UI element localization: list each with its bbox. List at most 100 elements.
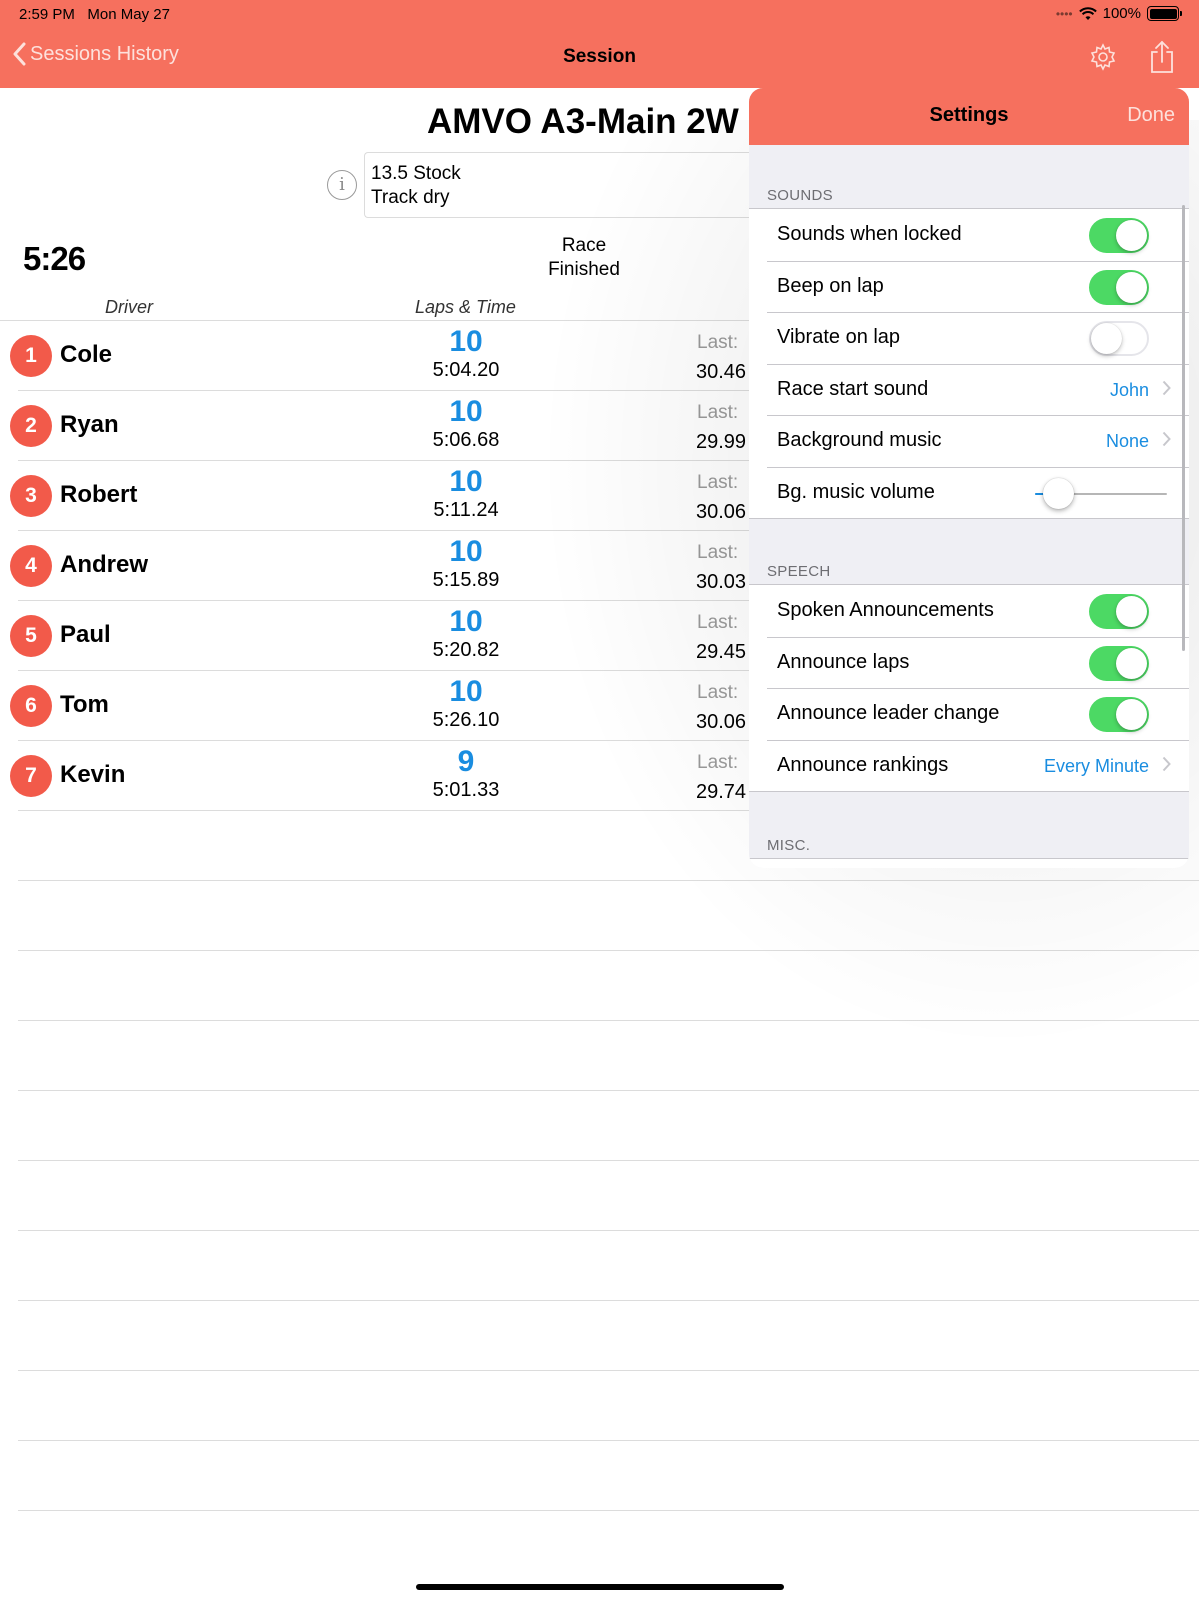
table-divider [18, 1090, 1199, 1091]
settings-header: Settings Done [749, 88, 1189, 145]
session-notes[interactable]: 13.5 Stock Track dry [364, 152, 764, 218]
setting-label: Announce laps [777, 650, 910, 673]
setting-beep-on-lap: Beep on lap [749, 260, 1189, 313]
driver-name: Kevin [60, 761, 126, 788]
status-indicators: •••• 100% [1056, 5, 1182, 22]
navigation-bar: 2:59 PM Mon May 27 •••• 100% Sessions Hi… [0, 0, 1199, 88]
setting-bg-music-volume: Bg. music volume [749, 466, 1189, 519]
table-row[interactable]: 3 Robert 10 5:11.24 Last: 30.06 [0, 461, 760, 531]
scrollbar[interactable] [1182, 205, 1185, 651]
table-row[interactable]: 4 Andrew 10 5:15.89 Last: 30.03 [0, 531, 760, 601]
table-divider [18, 1160, 1199, 1161]
total-time: 5:04.20 [432, 359, 500, 381]
setting-vibrate-on-lap: Vibrate on lap [749, 312, 1189, 364]
announce-rankings-value[interactable]: Every Minute [1044, 756, 1149, 777]
lap-count: 10 [449, 395, 483, 428]
status-time: 2:59 PM Mon May 27 [19, 6, 170, 23]
race-status-line-1: Race [561, 235, 607, 256]
race-status-line-2: Finished [548, 259, 620, 280]
setting-label: Race start sound [777, 377, 929, 400]
driver-name: Andrew [60, 551, 149, 578]
last-lap-time: 29.99 [696, 431, 747, 453]
last-lap-time: 30.46 [696, 361, 747, 383]
last-lap-time: 29.74 [696, 781, 747, 803]
vibrate-on-lap-toggle[interactable] [1089, 321, 1149, 356]
last-lap-label: Last: [697, 752, 739, 773]
setting-label: Announce rankings [777, 753, 949, 776]
column-header-laps: Laps & Time [415, 297, 516, 317]
lap-count: 10 [449, 325, 483, 358]
announce-laps-toggle[interactable] [1089, 645, 1149, 681]
chevron-right-icon [1162, 380, 1171, 395]
nav-title: Session [563, 46, 636, 67]
table-row[interactable]: 7 Kevin 9 5:01.33 Last: 29.74 [0, 741, 760, 811]
chevron-right-icon [1162, 431, 1171, 447]
last-lap-label: Last: [697, 402, 739, 423]
race-status: Race Finished [528, 234, 640, 282]
total-time: 5:20.82 [432, 639, 500, 661]
race-start-sound-value[interactable]: John [1110, 380, 1149, 401]
total-time: 5:11.24 [433, 499, 499, 521]
notes-line-1: 13.5 Stock [371, 163, 461, 184]
setting-label: Background music [777, 429, 942, 451]
info-icon[interactable]: i [327, 170, 357, 200]
table-row[interactable]: 5 Paul 10 5:20.82 Last: 29.45 [0, 601, 760, 671]
setting-announce-leader-change: Announce leader change [749, 688, 1189, 740]
beep-on-lap-toggle[interactable] [1089, 269, 1149, 305]
setting-announce-rankings[interactable]: Announce rankings Every Minute [749, 739, 1189, 792]
table-row[interactable]: 1 Cole 10 5:04.20 Last: 30.46 [0, 321, 760, 391]
last-lap-label: Last: [697, 472, 739, 493]
table-divider [18, 1440, 1199, 1441]
table-row[interactable]: 2 Ryan 10 5:06.68 Last: 29.99 [0, 391, 760, 461]
section-header-sounds: SOUNDS [767, 187, 833, 204]
background-music-value[interactable]: None [1106, 431, 1149, 452]
sounds-when-locked-toggle[interactable] [1089, 218, 1149, 253]
setting-race-start-sound[interactable]: Race start sound John [749, 363, 1189, 416]
speech-group: Spoken Announcements Announce laps Annou… [749, 584, 1189, 792]
total-time: 5:06.68 [432, 429, 500, 451]
setting-label: Beep on lap [777, 274, 884, 297]
chevron-right-icon [1162, 756, 1171, 771]
done-button[interactable]: Done [1127, 104, 1175, 127]
table-row[interactable]: 6 Tom 10 5:26.10 Last: 30.06 [0, 671, 760, 741]
position-badge: 3 [10, 475, 52, 517]
position-badge: 1 [10, 335, 52, 377]
battery-icon [1147, 6, 1182, 21]
total-time: 5:15.89 [432, 569, 500, 591]
table-divider [18, 880, 1199, 881]
table-divider [18, 950, 1199, 951]
position-badge: 7 [10, 755, 52, 797]
session-title: AMVO A3-Main 2W [427, 102, 739, 141]
lap-count: 10 [449, 675, 483, 708]
volume-slider-thumb[interactable] [1043, 477, 1075, 509]
setting-announce-laps: Announce laps [749, 636, 1189, 689]
setting-background-music[interactable]: Background music None [749, 415, 1189, 467]
setting-label: Announce leader change [777, 702, 1000, 724]
setting-label: Sounds when locked [777, 223, 962, 245]
misc-group [749, 858, 1189, 868]
section-header-speech: SPEECH [767, 563, 831, 580]
section-header-misc: MISC. [767, 837, 811, 854]
driver-name: Cole [60, 341, 113, 368]
driver-name: Ryan [60, 411, 119, 438]
home-indicator[interactable] [416, 1584, 784, 1590]
announce-leader-change-toggle[interactable] [1089, 697, 1149, 732]
popover-arrow [1090, 72, 1118, 88]
last-lap-label: Last: [697, 612, 739, 633]
notes-line-2: Track dry [371, 187, 450, 208]
table-divider [18, 1370, 1199, 1371]
status-date: Mon May 27 [87, 6, 170, 23]
settings-list[interactable]: SOUNDS Sounds when locked Beep on lap Vi… [749, 145, 1189, 868]
setting-label: Spoken Announcements [777, 599, 994, 621]
gear-icon[interactable] [1089, 43, 1117, 71]
last-lap-label: Last: [697, 682, 739, 703]
settings-title: Settings [929, 104, 1009, 126]
spoken-announcements-toggle[interactable] [1089, 594, 1149, 629]
table-divider [18, 1510, 1199, 1511]
table-divider [18, 1230, 1199, 1231]
sounds-group: Sounds when locked Beep on lap Vibrate o… [749, 208, 1189, 519]
share-icon[interactable] [1149, 40, 1175, 74]
last-lap-label: Last: [697, 542, 739, 563]
battery-percent: 100% [1102, 5, 1141, 22]
status-clock: 2:59 PM [19, 6, 75, 23]
